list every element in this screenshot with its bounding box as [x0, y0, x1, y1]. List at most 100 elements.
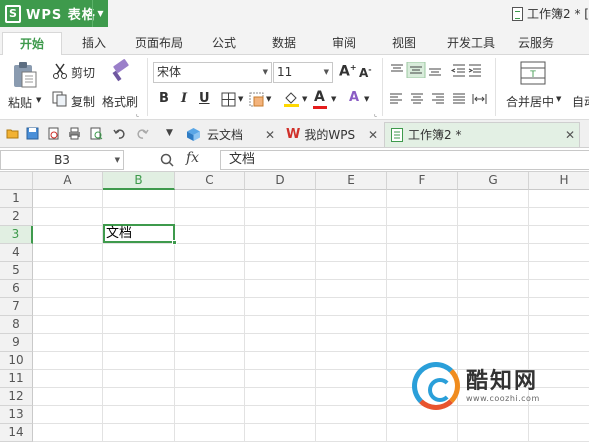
- justify-icon[interactable]: [453, 93, 465, 104]
- scissors-icon[interactable]: [52, 63, 68, 79]
- cell-style-icon[interactable]: [249, 92, 264, 107]
- column-header-a[interactable]: A: [33, 172, 103, 190]
- row-header-9[interactable]: 9: [0, 334, 33, 352]
- font-color-icon[interactable]: A: [314, 89, 325, 105]
- row-header-5[interactable]: 5: [0, 262, 33, 280]
- document-tab-bar: ▼ 云文档 ✕ W 我的WPS ✕ 工作簿2 * ✕: [0, 120, 589, 148]
- tab-insert[interactable]: 插入: [72, 32, 116, 55]
- row-header-6[interactable]: 6: [0, 280, 33, 298]
- close-icon[interactable]: ✕: [368, 123, 378, 147]
- quick-access-chevron-down-icon[interactable]: ▼: [166, 128, 173, 138]
- align-left-icon[interactable]: [390, 93, 402, 104]
- align-top-icon[interactable]: [391, 64, 403, 72]
- row-header-1[interactable]: 1: [0, 190, 33, 208]
- column-header-c[interactable]: C: [175, 172, 245, 190]
- tab-cloud-docs[interactable]: 云文档 ✕: [186, 122, 282, 147]
- row-header-7[interactable]: 7: [0, 298, 33, 316]
- ribbon-home: 粘贴 ▼ 剪切 复制 格式刷 ⌞ 宋体 ▼ 11 ▼ A+ A- B I U ▼…: [0, 55, 589, 120]
- tab-review[interactable]: 审阅: [322, 32, 366, 55]
- paste-button[interactable]: 粘贴: [8, 94, 32, 111]
- align-bottom-icon[interactable]: [429, 68, 441, 76]
- tab-data[interactable]: 数据: [262, 32, 306, 55]
- select-all-corner[interactable]: [0, 172, 33, 190]
- row-header-8[interactable]: 8: [0, 316, 33, 334]
- row-header-12[interactable]: 12: [0, 388, 33, 406]
- row-header-11[interactable]: 11: [0, 370, 33, 388]
- increase-indent-icon[interactable]: [468, 64, 481, 77]
- column-header-b[interactable]: B: [103, 172, 175, 190]
- copy-icon[interactable]: [52, 91, 68, 107]
- paste-icon[interactable]: [12, 61, 38, 89]
- fill-handle[interactable]: [172, 240, 177, 245]
- fill-color-icon[interactable]: [283, 90, 300, 108]
- borders-icon[interactable]: [221, 92, 236, 107]
- clear-format-chevron-down-icon[interactable]: ▼: [364, 95, 369, 103]
- export-pdf-icon[interactable]: [47, 127, 60, 140]
- paste-chevron-down-icon[interactable]: ▼: [36, 96, 41, 104]
- tab-cloud-service[interactable]: 云服务: [510, 32, 562, 55]
- row-header-4[interactable]: 4: [0, 244, 33, 262]
- redo-icon[interactable]: [136, 127, 149, 140]
- merge-center-button[interactable]: 合并居中: [506, 93, 554, 110]
- align-center-icon[interactable]: [411, 93, 423, 104]
- font-color-chevron-down-icon[interactable]: ▼: [331, 95, 336, 103]
- tab-formulas[interactable]: 公式: [202, 32, 246, 55]
- open-folder-icon[interactable]: [6, 127, 19, 140]
- auto-wrap-button[interactable]: 自动: [572, 93, 589, 110]
- title-bar: S WPS 表格 ▼ 工作簿2 * [: [0, 0, 589, 30]
- print-icon[interactable]: [68, 127, 81, 140]
- underline-button[interactable]: U: [199, 91, 210, 106]
- close-icon[interactable]: ✕: [265, 123, 275, 147]
- italic-button[interactable]: I: [181, 91, 187, 106]
- clipboard-dialog-launcher-icon[interactable]: ⌞: [136, 110, 139, 118]
- row-header-3[interactable]: 3: [0, 226, 33, 244]
- merge-center-icon[interactable]: T: [520, 61, 546, 85]
- clear-format-icon[interactable]: A: [349, 90, 359, 105]
- active-cell-b3[interactable]: 文档: [103, 224, 177, 245]
- borders-chevron-down-icon[interactable]: ▼: [238, 95, 243, 103]
- formula-input[interactable]: 文档: [220, 150, 589, 170]
- undo-icon[interactable]: [113, 127, 126, 140]
- merge-center-chevron-down-icon[interactable]: ▼: [556, 95, 561, 103]
- column-header-h[interactable]: H: [529, 172, 589, 190]
- cut-button[interactable]: 剪切: [71, 64, 95, 81]
- tab-my-wps[interactable]: W 我的WPS ✕: [286, 122, 383, 147]
- cell-style-chevron-down-icon[interactable]: ▼: [266, 95, 271, 103]
- bold-button[interactable]: B: [159, 91, 169, 106]
- font-name-select[interactable]: 宋体 ▼: [153, 62, 272, 83]
- column-header-g[interactable]: G: [458, 172, 529, 190]
- font-size-select[interactable]: 11 ▼: [273, 62, 333, 83]
- tab-developer[interactable]: 开发工具: [440, 32, 502, 55]
- tab-home[interactable]: 开始: [2, 32, 62, 55]
- row-header-14[interactable]: 14: [0, 424, 33, 442]
- watermark-title: 酷知网: [466, 368, 539, 394]
- fill-color-chevron-down-icon[interactable]: ▼: [302, 95, 307, 103]
- app-menu-button[interactable]: S WPS 表格 ▼: [0, 0, 108, 27]
- print-preview-icon[interactable]: [90, 127, 103, 140]
- column-header-e[interactable]: E: [316, 172, 387, 190]
- close-icon[interactable]: ✕: [565, 123, 575, 147]
- tab-page-layout[interactable]: 页面布局: [128, 32, 190, 55]
- app-menu-chevron-down-icon[interactable]: ▼: [92, 0, 108, 27]
- row-header-2[interactable]: 2: [0, 208, 33, 226]
- copy-button[interactable]: 复制: [71, 93, 95, 110]
- tab-workbook-2[interactable]: 工作簿2 * ✕: [384, 122, 580, 147]
- tab-view[interactable]: 视图: [382, 32, 426, 55]
- format-painter-icon[interactable]: [110, 59, 134, 83]
- zoom-search-icon[interactable]: [160, 153, 174, 167]
- column-header-f[interactable]: F: [387, 172, 458, 190]
- font-dialog-launcher-icon[interactable]: ⌞: [374, 110, 377, 118]
- decrease-indent-icon[interactable]: [450, 64, 465, 77]
- row-header-10[interactable]: 10: [0, 352, 33, 370]
- increase-font-size-icon[interactable]: A+: [339, 63, 357, 80]
- row-header-13[interactable]: 13: [0, 406, 33, 424]
- format-painter-button[interactable]: 格式刷: [102, 93, 138, 110]
- name-box[interactable]: B3 ▼: [0, 150, 124, 170]
- save-icon[interactable]: [26, 127, 39, 140]
- horizontal-align-group: [390, 93, 487, 104]
- decrease-font-size-icon[interactable]: A-: [359, 65, 372, 80]
- distributed-align-icon[interactable]: [472, 94, 487, 104]
- align-right-icon[interactable]: [432, 93, 444, 104]
- column-header-d[interactable]: D: [245, 172, 316, 190]
- insert-function-button[interactable]: fx: [186, 150, 199, 166]
